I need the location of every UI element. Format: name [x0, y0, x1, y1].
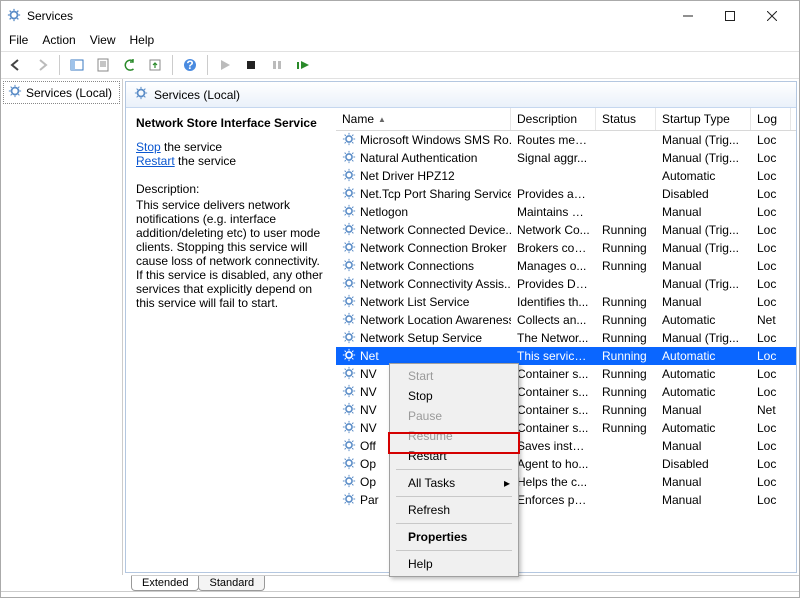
- service-row[interactable]: NetlogonMaintains a ...ManualLoc: [336, 203, 796, 221]
- console-tree[interactable]: Services (Local): [1, 79, 123, 575]
- service-row[interactable]: Network Connected Device...Network Co...…: [336, 221, 796, 239]
- ctx-resume: Resume: [392, 426, 516, 446]
- column-headers: Name▲ Description Status Startup Type Lo…: [336, 108, 796, 131]
- service-row[interactable]: Network Location AwarenessCollects an...…: [336, 311, 796, 329]
- menu-view[interactable]: View: [90, 33, 116, 47]
- submenu-arrow-icon: ▸: [504, 476, 510, 490]
- service-icon: [342, 222, 356, 239]
- restart-service-link[interactable]: Restart: [136, 154, 175, 168]
- service-icon: [342, 258, 356, 275]
- detail-pane: Network Store Interface Service Stop the…: [126, 108, 336, 572]
- service-icon: [342, 132, 356, 149]
- service-icon: [342, 168, 356, 185]
- service-icon: [342, 276, 356, 293]
- tree-item-services-local[interactable]: Services (Local): [3, 81, 120, 104]
- service-icon: [342, 366, 356, 383]
- close-button[interactable]: [751, 2, 793, 30]
- gear-icon: [8, 84, 22, 101]
- service-row[interactable]: Microsoft Windows SMS Ro...Routes mes...…: [336, 131, 796, 149]
- col-status[interactable]: Status: [596, 108, 656, 130]
- show-hide-tree-button[interactable]: [66, 54, 88, 76]
- service-row[interactable]: Network Connectivity Assis...Provides Di…: [336, 275, 796, 293]
- service-icon: [342, 186, 356, 203]
- description-body: This service delivers network notificati…: [136, 198, 326, 310]
- context-menu: Start Stop Pause Resume Restart All Task…: [389, 363, 519, 577]
- menu-file[interactable]: File: [9, 33, 28, 47]
- refresh-button[interactable]: [118, 54, 140, 76]
- title-bar: Services: [1, 1, 799, 31]
- svg-text:?: ?: [186, 58, 193, 72]
- service-row[interactable]: Net Driver HPZ12AutomaticLoc: [336, 167, 796, 185]
- service-icon: [342, 420, 356, 437]
- menu-help[interactable]: Help: [130, 33, 155, 47]
- stop-service-link[interactable]: Stop: [136, 140, 161, 154]
- col-description[interactable]: Description: [511, 108, 596, 130]
- properties-button[interactable]: [92, 54, 114, 76]
- help-button[interactable]: ?: [179, 54, 201, 76]
- panel-title: Services (Local): [154, 88, 240, 102]
- status-bar: [1, 591, 799, 611]
- col-name[interactable]: Name▲: [336, 108, 511, 130]
- ctx-start: Start: [392, 366, 516, 386]
- service-row[interactable]: Network ConnectionsManages o...RunningMa…: [336, 257, 796, 275]
- description-heading: Description:: [136, 182, 326, 196]
- maximize-button[interactable]: [709, 2, 751, 30]
- pause-service-button[interactable]: [266, 54, 288, 76]
- stop-service-button[interactable]: [240, 54, 262, 76]
- service-icon: [342, 330, 356, 347]
- ctx-pause: Pause: [392, 406, 516, 426]
- minimize-button[interactable]: [667, 2, 709, 30]
- ctx-refresh[interactable]: Refresh: [392, 500, 516, 520]
- service-row[interactable]: Net.Tcp Port Sharing ServiceProvides abi…: [336, 185, 796, 203]
- service-row[interactable]: Network Setup ServiceThe Networ...Runnin…: [336, 329, 796, 347]
- service-row[interactable]: Natural AuthenticationSignal aggr...Manu…: [336, 149, 796, 167]
- export-button[interactable]: [144, 54, 166, 76]
- service-icon: [342, 204, 356, 221]
- forward-button[interactable]: [31, 54, 53, 76]
- back-button[interactable]: [5, 54, 27, 76]
- service-icon: [342, 384, 356, 401]
- service-icon: [342, 456, 356, 473]
- ctx-restart[interactable]: Restart: [392, 446, 516, 466]
- view-tabs: Extended Standard: [131, 575, 799, 591]
- service-icon: [342, 348, 356, 365]
- tree-item-label: Services (Local): [26, 86, 112, 100]
- selected-service-title: Network Store Interface Service: [136, 116, 317, 130]
- ctx-properties[interactable]: Properties: [392, 527, 516, 547]
- ctx-all-tasks[interactable]: All Tasks▸: [392, 473, 516, 493]
- services-app-icon: [7, 8, 21, 25]
- service-icon: [342, 438, 356, 455]
- service-icon: [342, 312, 356, 329]
- menu-action[interactable]: Action: [42, 33, 75, 47]
- service-icon: [342, 492, 356, 509]
- service-row[interactable]: Network Connection BrokerBrokers con...R…: [336, 239, 796, 257]
- menu-bar: File Action View Help: [1, 31, 799, 51]
- ctx-help[interactable]: Help: [392, 554, 516, 574]
- window-title: Services: [27, 9, 73, 23]
- start-service-button[interactable]: [214, 54, 236, 76]
- panel-header: Services (Local): [126, 82, 796, 108]
- service-icon: [342, 474, 356, 491]
- service-icon: [342, 240, 356, 257]
- sort-asc-icon: ▲: [378, 115, 386, 124]
- gear-icon: [134, 86, 148, 103]
- service-icon: [342, 294, 356, 311]
- restart-service-button[interactable]: [292, 54, 314, 76]
- tab-standard[interactable]: Standard: [198, 576, 265, 591]
- col-logon[interactable]: Log: [751, 108, 791, 130]
- ctx-stop[interactable]: Stop: [392, 386, 516, 406]
- service-row[interactable]: Network List ServiceIdentifies th...Runn…: [336, 293, 796, 311]
- service-icon: [342, 150, 356, 167]
- tab-extended[interactable]: Extended: [131, 576, 199, 591]
- col-startup-type[interactable]: Startup Type: [656, 108, 751, 130]
- service-icon: [342, 402, 356, 419]
- toolbar: ?: [1, 51, 799, 79]
